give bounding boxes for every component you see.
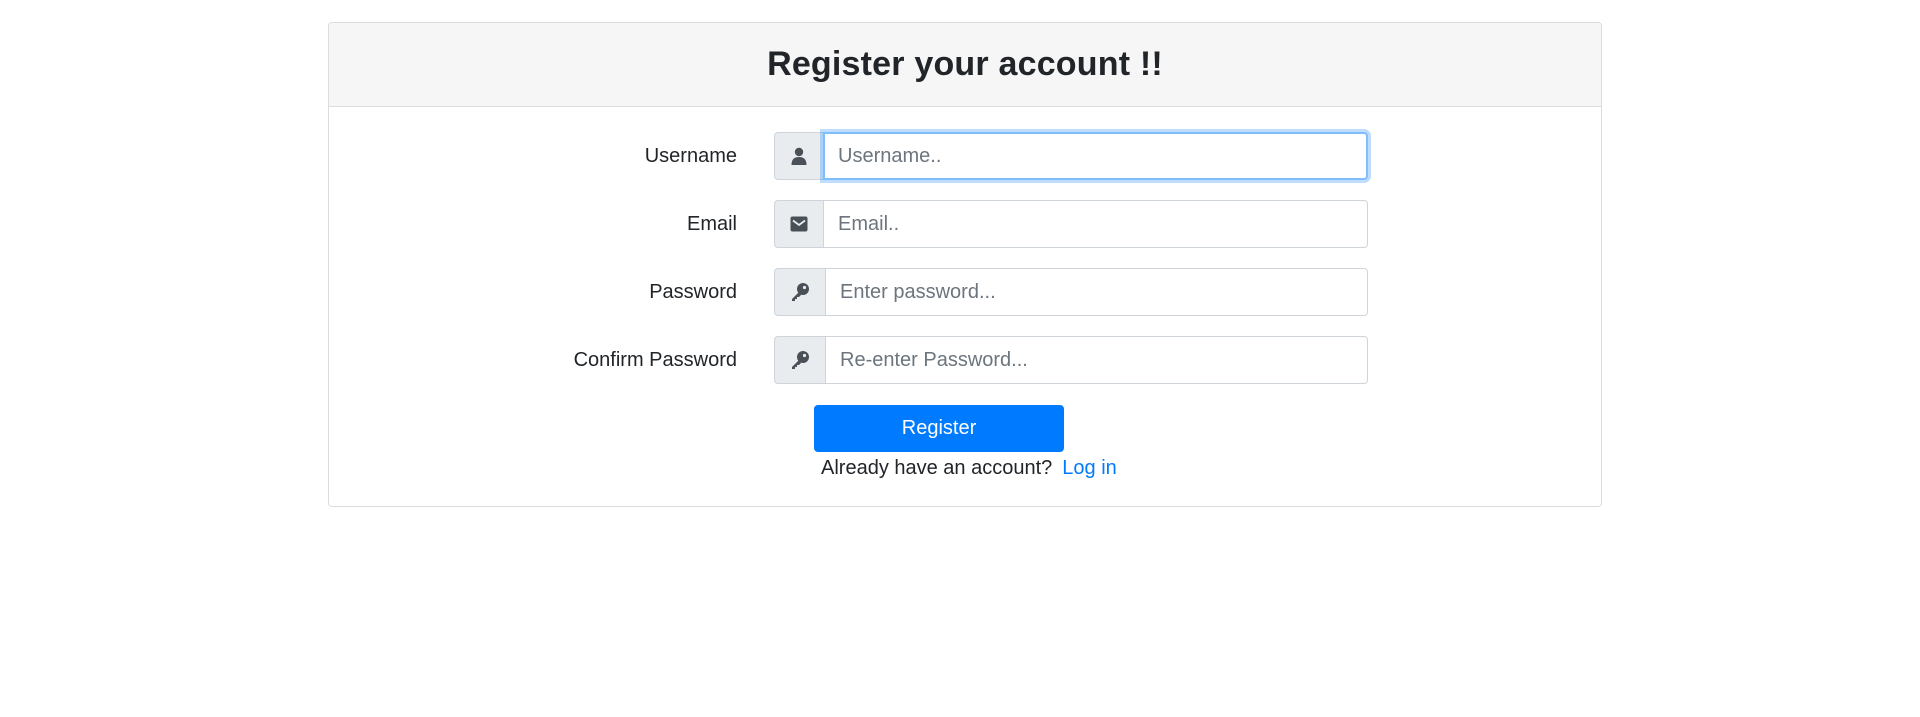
username-addon bbox=[774, 132, 824, 180]
email-label: Email bbox=[686, 213, 737, 235]
user-icon bbox=[791, 147, 807, 165]
email-addon bbox=[774, 200, 824, 248]
email-row: Email bbox=[329, 200, 1601, 248]
register-card: Register your account !! Username Email bbox=[328, 22, 1602, 507]
page-title: Register your account !! bbox=[767, 45, 1163, 83]
envelope-icon bbox=[790, 216, 808, 232]
login-link[interactable]: Log in bbox=[1062, 457, 1117, 479]
confirm-password-input[interactable] bbox=[825, 336, 1368, 384]
password-input[interactable] bbox=[825, 268, 1368, 316]
username-label: Username bbox=[644, 145, 737, 167]
card-header: Register your account !! bbox=[329, 23, 1601, 107]
password-row: Password bbox=[329, 268, 1601, 316]
confirm-password-row: Confirm Password bbox=[329, 336, 1601, 384]
register-button[interactable]: Register bbox=[814, 405, 1064, 452]
password-label: Password bbox=[649, 281, 737, 303]
username-input[interactable] bbox=[823, 132, 1368, 180]
key-icon bbox=[790, 350, 810, 370]
password-addon bbox=[774, 268, 826, 316]
email-input[interactable] bbox=[823, 200, 1368, 248]
username-row: Username bbox=[329, 132, 1601, 180]
login-prompt-text: Already have an account? bbox=[821, 457, 1053, 479]
confirm-password-addon bbox=[774, 336, 826, 384]
key-icon bbox=[790, 282, 810, 302]
login-prompt-line: Already have an account? Log in bbox=[821, 453, 1117, 483]
confirm-password-label: Confirm Password bbox=[573, 349, 737, 371]
